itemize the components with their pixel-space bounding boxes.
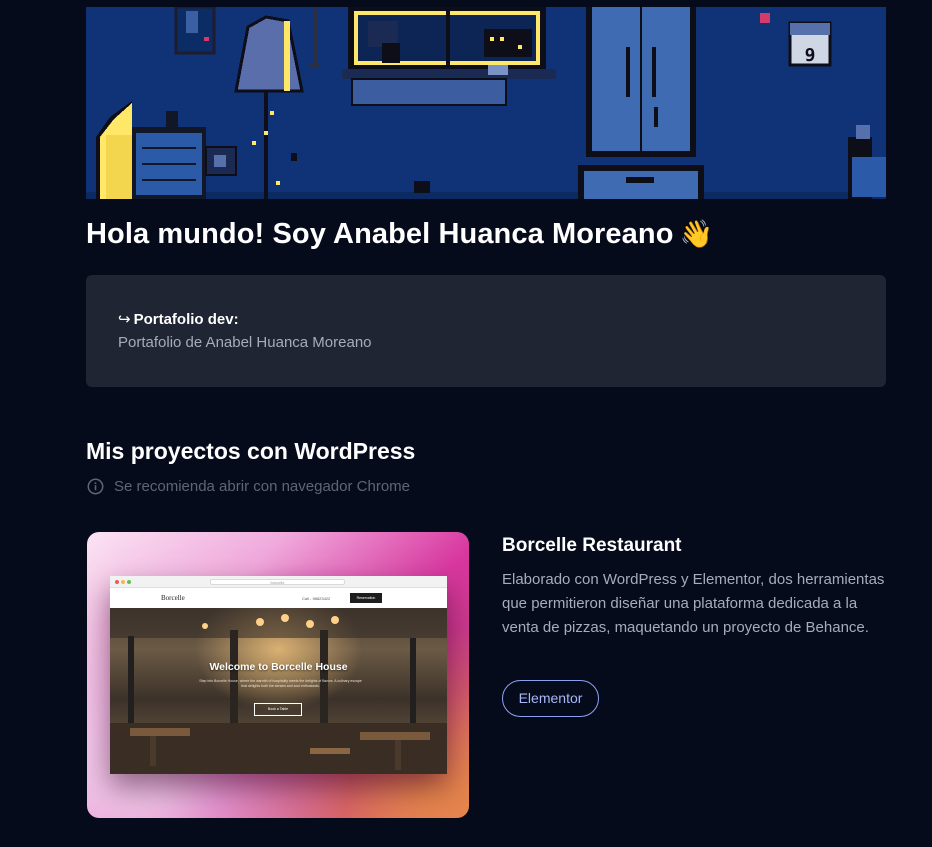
portfolio-page: 9 Hola mundo! Soy Anabel Huanca Moreano 👋 [0,0,932,847]
site-book-table-button: Book a Table [254,703,302,716]
restaurant-interior-illustration [110,608,447,774]
site-logo: Borcelle [161,594,185,602]
browser-toolbar: borcelle [110,576,447,588]
site-navbar: Borcelle Call - 98823422 Reservation [110,588,447,608]
site-hero-image: Welcome to Borcelle House Step into Borc… [110,608,447,774]
maximize-dot-icon [127,580,131,584]
info-card-title-text: Portafolio dev: [133,311,239,328]
headline-text: Hola mundo! Soy Anabel Huanca Moreano [86,218,674,250]
website-screenshot: borcelle Borcelle Call - 98823422 Reserv… [110,576,447,774]
calendar-day: 9 [805,45,816,66]
portfolio-info-card: ↪ Portafolio dev: Portafolio de Anabel Hu… [86,275,886,387]
site-phone: Call - 98823422 [302,596,331,601]
info-card-description: Portafolio de Anabel Huanca Moreano [118,334,372,351]
note-text: Se recomienda abrir con navegador Chrome [114,478,410,495]
site-welcome-title: Welcome to Borcelle House [209,661,348,673]
site-reservation-button: Reservation [350,593,382,603]
hero-banner: 9 [86,7,886,199]
info-card-title: ↪ Portafolio dev: [118,310,239,328]
minimize-dot-icon [121,580,125,584]
projects-section-title: Mis proyectos con WordPress [86,438,416,464]
project-title: Borcelle Restaurant [502,535,682,556]
browser-url-bar: borcelle [210,579,345,585]
site-welcome-subtitle: Step into Borcelle House, where the warm… [199,679,362,688]
project-thumbnail[interactable]: borcelle Borcelle Call - 98823422 Reserv… [87,532,469,818]
waving-hand-icon: 👋 [679,219,714,249]
browser-recommendation-note: Se recomienda abrir con navegador Chrome [87,478,410,495]
curved-arrow-icon: ↪ [118,310,131,328]
elementor-tag-button[interactable]: Elementor [502,680,599,717]
pixel-room-illustration: 9 [86,7,886,199]
close-dot-icon [115,580,119,584]
info-icon [87,478,104,495]
page-headline: Hola mundo! Soy Anabel Huanca Moreano 👋 [86,218,886,251]
project-description: Elaborado con WordPress y Elementor, dos… [502,571,885,636]
